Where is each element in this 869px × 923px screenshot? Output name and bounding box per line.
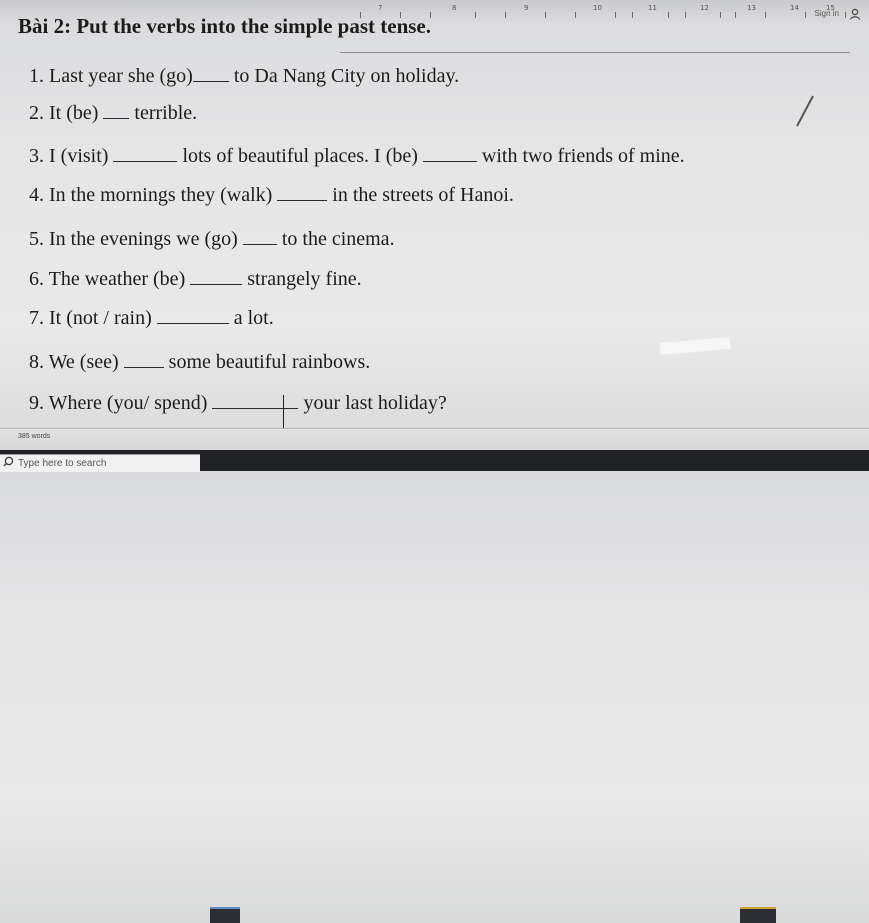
item-middle: lots of beautiful places. I (be): [182, 145, 418, 167]
item-continuation: a lot.: [233, 307, 274, 329]
item-prompt: It (not / rain): [49, 307, 152, 329]
ruler-number: 8: [452, 4, 457, 12]
ruler-tick: [545, 12, 546, 18]
sign-in-link[interactable]: Sign in: [815, 9, 839, 18]
exercise-item: 9. Where (you/ spend) your last holiday?: [29, 391, 447, 415]
item-continuation: with two friends of mine.: [481, 145, 685, 167]
ruler-number: 9: [524, 4, 529, 12]
answer-blank[interactable]: [123, 351, 164, 368]
word-count[interactable]: 385 words: [18, 433, 50, 440]
answer-blank[interactable]: [113, 145, 178, 162]
divider: [340, 52, 850, 53]
item-number: 7.: [29, 307, 44, 329]
item-continuation: your last holiday?: [303, 392, 447, 414]
ruler-tick: [632, 12, 633, 18]
ruler-tick: [720, 12, 721, 18]
ruler-number: 14: [790, 4, 799, 12]
exercise-item: 1. Last year she (go) to Da Nang City on…: [29, 64, 459, 88]
ruler-tick: [805, 12, 806, 18]
exercise-item: 5. In the evenings we (go) to the cinema…: [29, 227, 395, 251]
exercise-item: 4. In the mornings they (walk) in the st…: [29, 183, 514, 207]
answer-blank[interactable]: [156, 307, 229, 324]
item-prompt: The weather (be): [48, 268, 186, 290]
ruler-tick: [735, 12, 736, 18]
exercise-item: 8. We (see) some beautiful rainbows.: [29, 350, 370, 374]
pen-mark: [796, 95, 814, 127]
item-continuation: some beautiful rainbows.: [168, 351, 371, 373]
item-number: 4.: [29, 184, 44, 206]
item-number: 9.: [29, 392, 44, 414]
ruler-tick: [575, 12, 576, 18]
item-continuation: to the cinema.: [281, 228, 395, 250]
item-prompt: We (see): [48, 351, 119, 373]
ruler-tick: [615, 12, 616, 18]
search-icon: [3, 456, 14, 467]
answer-blank[interactable]: [192, 65, 229, 82]
ruler-tick: [668, 12, 669, 18]
answer-blank[interactable]: [242, 228, 277, 245]
ruler-tick: [475, 12, 476, 18]
ruler-number: 13: [747, 4, 756, 12]
item-prompt: I (visit): [49, 145, 109, 167]
exercise-item: 7. It (not / rain) a lot.: [29, 306, 274, 330]
status-bar: [0, 428, 869, 451]
taskbar-app[interactable]: [740, 907, 776, 923]
answer-blank[interactable]: [212, 392, 299, 409]
ruler-tick: [845, 12, 846, 18]
ruler-number: 10: [593, 4, 602, 12]
item-prompt: Last year she (go): [49, 65, 193, 87]
exercise-title: Bài 2: Put the verbs into the simple pas…: [18, 14, 431, 38]
exercise-item: 6. The weather (be) strangely fine.: [29, 267, 362, 291]
item-number: 5.: [29, 228, 44, 250]
item-continuation: strangely fine.: [247, 268, 362, 290]
item-number: 6.: [29, 268, 44, 290]
ruler-tick: [765, 12, 766, 18]
ruler-number: 12: [700, 4, 709, 12]
exercise-item: 2. It (be) terrible.: [29, 101, 197, 125]
item-continuation: in the streets of Hanoi.: [332, 184, 514, 206]
glare: [659, 336, 731, 356]
answer-blank[interactable]: [103, 102, 130, 119]
search-input[interactable]: Type here to search: [18, 458, 106, 469]
item-number: 2.: [29, 102, 44, 124]
item-number: 8.: [29, 351, 44, 373]
item-continuation: terrible.: [134, 102, 198, 124]
item-prompt: It (be): [49, 102, 99, 124]
item-number: 1.: [29, 65, 44, 87]
item-continuation: to Da Nang City on holiday.: [233, 65, 460, 87]
answer-blank[interactable]: [277, 184, 328, 201]
item-prompt: In the mornings they (walk): [49, 184, 273, 206]
ruler-tick: [685, 12, 686, 18]
item-number: 3.: [29, 145, 44, 167]
ruler-tick: [505, 12, 506, 18]
ruler-number: 11: [648, 4, 657, 12]
answer-blank[interactable]: [190, 268, 243, 285]
answer-blank[interactable]: [422, 145, 477, 162]
exercise-item: 3. I (visit) lots of beautiful places. I…: [29, 144, 685, 168]
taskbar-app[interactable]: [210, 907, 240, 923]
item-prompt: Where (you/ spend): [48, 392, 208, 414]
item-prompt: In the evenings we (go): [49, 228, 238, 250]
user-icon[interactable]: [849, 8, 861, 20]
ruler-number: 7: [378, 4, 383, 12]
